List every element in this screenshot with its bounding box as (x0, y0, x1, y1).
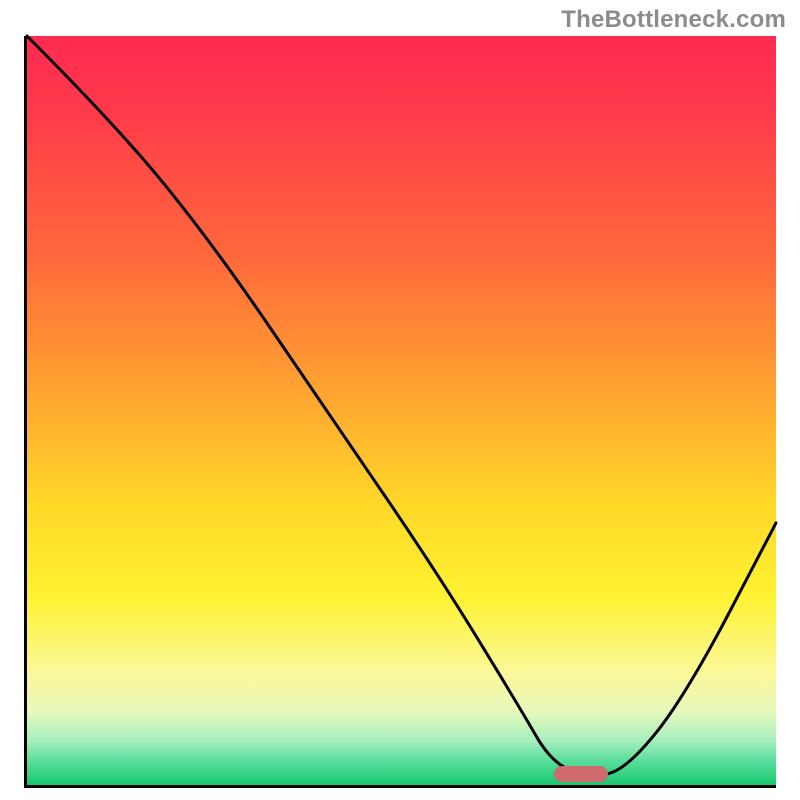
optimum-marker (554, 766, 608, 782)
chart-axes-box (24, 36, 776, 788)
chart-wrapper: TheBottleneck.com (0, 0, 800, 800)
bottleneck-curve (27, 36, 776, 775)
chart-line-layer (27, 36, 776, 785)
watermark-text: TheBottleneck.com (561, 6, 786, 34)
